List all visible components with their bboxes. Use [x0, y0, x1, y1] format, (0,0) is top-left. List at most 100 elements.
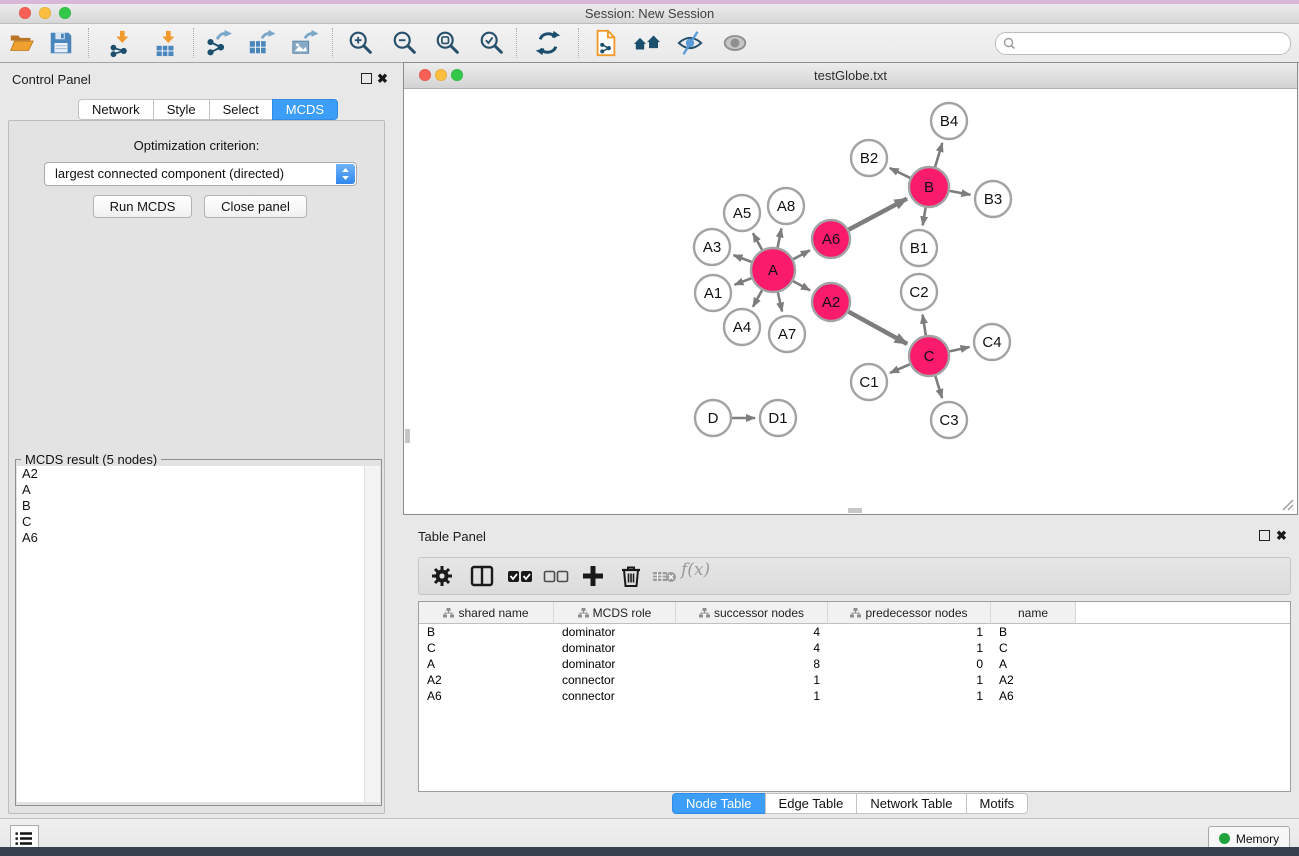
close-panel-icon[interactable]: ✖: [1276, 530, 1287, 541]
float-panel-icon[interactable]: [1259, 530, 1270, 541]
zoom-out-icon[interactable]: [391, 29, 419, 57]
edge-C-C4[interactable]: [950, 347, 970, 351]
tab-style[interactable]: Style: [153, 99, 210, 120]
table-row-A[interactable]: Adominator80A: [419, 656, 1290, 672]
export-table-icon[interactable]: [247, 29, 275, 57]
edge-B-B4[interactable]: [935, 143, 942, 167]
table-row-A2[interactable]: A2connector11A2: [419, 672, 1290, 688]
node-A8[interactable]: A8: [768, 188, 804, 224]
export-network-icon[interactable]: [204, 29, 232, 57]
node-D1[interactable]: D1: [760, 400, 796, 436]
mcds-result-item[interactable]: A: [17, 482, 364, 498]
table-row-B[interactable]: Bdominator41B: [419, 624, 1290, 640]
node-C4[interactable]: C4: [974, 324, 1010, 360]
mcds-result-item[interactable]: A6: [17, 530, 364, 546]
edge-A-A3[interactable]: [734, 255, 752, 262]
edge-A-A5[interactable]: [753, 233, 762, 250]
node-A5[interactable]: A5: [724, 195, 760, 231]
column-header-predecessor-nodes[interactable]: predecessor nodes: [828, 602, 991, 624]
node-C2[interactable]: C2: [901, 274, 937, 310]
table-row-A6[interactable]: A6connector11A6: [419, 688, 1290, 704]
mcds-result-item[interactable]: A2: [17, 466, 364, 482]
edge-A-A4[interactable]: [753, 290, 762, 307]
open-session-icon[interactable]: [8, 29, 36, 57]
node-B4[interactable]: B4: [931, 103, 967, 139]
canvas-scroll-nub-horizontal[interactable]: [848, 508, 862, 513]
home-icon[interactable]: [633, 29, 661, 57]
select-all-icon[interactable]: [507, 563, 533, 589]
edge-C-C3[interactable]: [935, 376, 942, 398]
node-A6[interactable]: A6: [812, 220, 850, 258]
export-image-icon[interactable]: [290, 29, 318, 57]
node-C3[interactable]: C3: [931, 402, 967, 438]
import-table-icon[interactable]: [152, 29, 180, 57]
mcds-result-scrollbar[interactable]: [364, 466, 380, 802]
node-B[interactable]: B: [909, 167, 949, 207]
tab-mcds[interactable]: MCDS: [272, 99, 338, 120]
session-details-icon[interactable]: [592, 29, 620, 57]
node-C1[interactable]: C1: [851, 364, 887, 400]
node-A1[interactable]: A1: [695, 275, 731, 311]
edge-B-B3[interactable]: [950, 191, 971, 195]
settings-gear-icon[interactable]: [429, 563, 455, 589]
import-network-icon[interactable]: [106, 29, 134, 57]
canvas-scroll-nub-vertical[interactable]: [405, 429, 410, 443]
column-header-name[interactable]: name: [991, 602, 1076, 624]
run-mcds-button[interactable]: Run MCDS: [93, 195, 192, 218]
node-B1[interactable]: B1: [901, 230, 937, 266]
resize-grip-icon[interactable]: [1280, 497, 1294, 511]
node-A7[interactable]: A7: [769, 316, 805, 352]
optimization-criterion-select[interactable]: largest connected component (directed): [44, 162, 357, 186]
tab-edge-table[interactable]: Edge Table: [765, 793, 858, 814]
edge-C-C1[interactable]: [890, 364, 910, 373]
edge-A6-B[interactable]: [849, 199, 907, 230]
tab-node-table[interactable]: Node Table: [672, 793, 766, 814]
network-graph[interactable]: B4 B2 B B3 A8A5 A6 A3 B1 A C2 A1 A2 A4A7 C4 C C1 D D1 C3: [405, 89, 1296, 513]
node-C[interactable]: C: [909, 336, 949, 376]
node-A3[interactable]: A3: [694, 229, 730, 265]
zoom-in-icon[interactable]: [347, 29, 375, 57]
node-A4[interactable]: A4: [724, 309, 760, 345]
node-D[interactable]: D: [695, 400, 731, 436]
delete-column-icon[interactable]: [618, 563, 644, 589]
deselect-all-icon[interactable]: [543, 563, 569, 589]
mcds-result-item[interactable]: C: [17, 514, 364, 530]
edge-A2-C[interactable]: [849, 312, 908, 344]
tab-motifs[interactable]: Motifs: [966, 793, 1029, 814]
edge-A-A1[interactable]: [735, 278, 752, 285]
add-column-icon[interactable]: [580, 563, 606, 589]
edge-A-A6[interactable]: [793, 250, 810, 259]
edge-B-B2[interactable]: [890, 168, 910, 178]
node-B3[interactable]: B3: [975, 181, 1011, 217]
show-columns-icon[interactable]: [469, 563, 495, 589]
delete-table-icon[interactable]: [651, 563, 677, 589]
edge-A-A8[interactable]: [778, 229, 782, 248]
float-panel-icon[interactable]: [361, 73, 372, 84]
column-header-shared-name[interactable]: shared name: [419, 602, 554, 624]
tab-network-table[interactable]: Network Table: [856, 793, 966, 814]
zoom-selected-icon[interactable]: [478, 29, 506, 57]
zoom-fit-icon[interactable]: [434, 29, 462, 57]
close-panel-icon[interactable]: ✖: [377, 73, 388, 84]
node-A2[interactable]: A2: [812, 283, 850, 321]
table-row-C[interactable]: Cdominator41C: [419, 640, 1290, 656]
birdseye-view-icon[interactable]: [721, 29, 749, 57]
show-graphics-details-icon[interactable]: [676, 29, 704, 57]
save-session-icon[interactable]: [47, 29, 75, 57]
function-builder-icon[interactable]: f(x): [681, 560, 710, 580]
edge-A-A7[interactable]: [778, 293, 782, 312]
tab-network[interactable]: Network: [78, 99, 154, 120]
mcds-result-item[interactable]: B: [17, 498, 364, 514]
tab-select[interactable]: Select: [209, 99, 273, 120]
edge-A-A2[interactable]: [793, 281, 810, 290]
edge-B-B1[interactable]: [923, 208, 926, 226]
column-header-mcds-role[interactable]: MCDS role: [554, 602, 676, 624]
node-B2[interactable]: B2: [851, 140, 887, 176]
network-canvas[interactable]: B4 B2 B B3 A8A5 A6 A3 B1 A C2 A1 A2 A4A7 C4 C C1 D D1 C3: [405, 89, 1296, 513]
search-input[interactable]: [1020, 34, 1284, 53]
apply-layout-icon[interactable]: [534, 29, 562, 57]
close-panel-button[interactable]: Close panel: [204, 195, 307, 218]
column-header-successor-nodes[interactable]: successor nodes: [676, 602, 828, 624]
edge-C-C2[interactable]: [923, 315, 926, 336]
node-A[interactable]: A: [751, 248, 795, 292]
